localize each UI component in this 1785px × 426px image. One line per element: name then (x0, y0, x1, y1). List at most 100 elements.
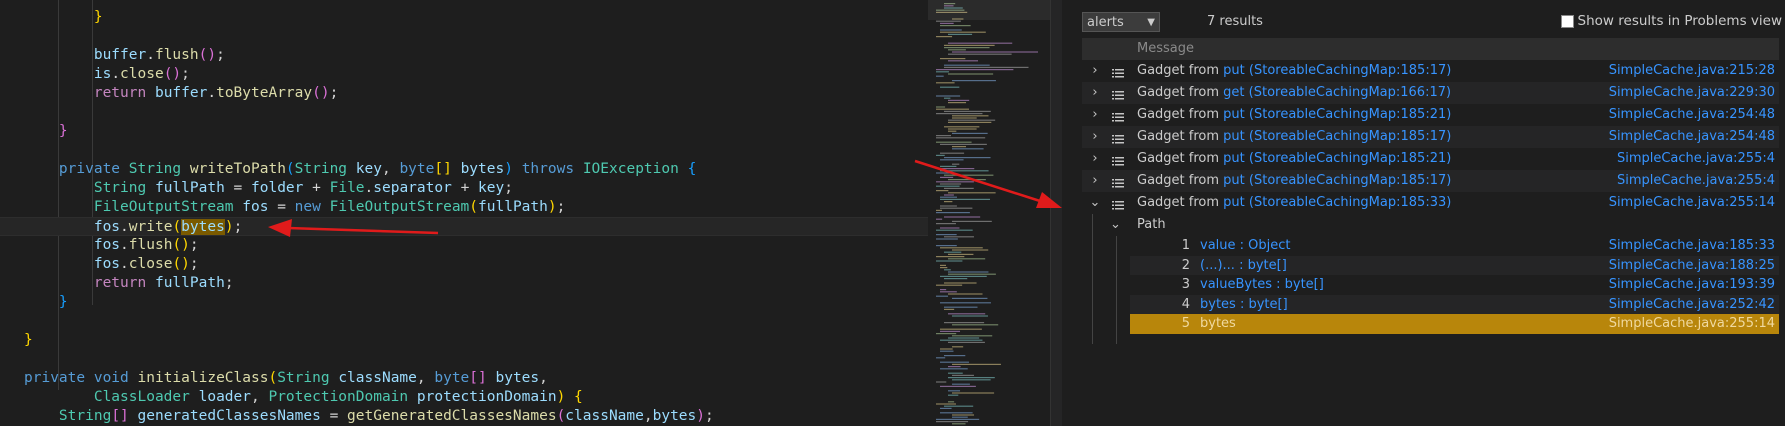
minimap-line (944, 306, 978, 308)
chevron-right-icon[interactable]: › (1088, 148, 1102, 170)
code-line[interactable]: } (0, 293, 928, 312)
code-line[interactable] (0, 27, 928, 46)
minimap-line (952, 324, 999, 326)
code-token: , (381, 161, 400, 177)
result-prefix: Gadget from (1137, 107, 1224, 122)
minimap-viewport[interactable] (928, 0, 1050, 20)
code-token: protectionDomain (416, 389, 557, 405)
minimap-line (944, 216, 981, 218)
result-set-select[interactable]: alerts ▼ (1082, 12, 1160, 32)
panel-splitter[interactable] (1050, 0, 1062, 426)
result-link[interactable]: put (StoreableCachingMap:185:17) (1223, 129, 1451, 144)
code-line[interactable]: FileOutputStream fos = new FileOutputStr… (0, 198, 928, 217)
chevron-right-icon[interactable]: › (1088, 104, 1102, 126)
minimap[interactable] (928, 0, 1050, 426)
result-row[interactable]: › Gadget from put (StoreableCachingMap:18… (1082, 170, 1779, 192)
code-line[interactable]: } (0, 8, 928, 27)
path-step[interactable]: 2 (...)... : byte[] SimpleCache.java:188:2… (1130, 255, 1779, 276)
step-location-link[interactable]: SimpleCache.java:193:39 (1609, 275, 1775, 295)
result-location-link[interactable]: SimpleCache.java:255:14 (1609, 192, 1775, 214)
minimap-line (936, 418, 980, 420)
minimap-preview (928, 0, 1050, 425)
chevron-right-icon[interactable]: › (1088, 82, 1102, 104)
minimap-line (952, 148, 984, 150)
minimap-line (944, 251, 962, 253)
path-step[interactable]: 1 value : Object SimpleCache.java:185:33 (1130, 236, 1779, 256)
code-line[interactable]: fos.close(); (0, 255, 928, 274)
minimap-line (944, 282, 977, 284)
result-link[interactable]: put (StoreableCachingMap:185:21) (1223, 107, 1451, 122)
code-line[interactable]: private String writeToPath(String key, b… (0, 160, 928, 179)
chevron-right-icon[interactable]: › (1088, 170, 1102, 192)
result-row[interactable]: › Gadget from get (StoreableCachingMap:16… (1082, 82, 1779, 104)
code-line[interactable]: } (0, 331, 928, 350)
step-location-link[interactable]: SimpleCache.java:188:25 (1609, 256, 1775, 276)
step-name-link[interactable]: value : Object (1200, 236, 1291, 256)
step-name-link[interactable]: bytes : byte[] (1200, 295, 1288, 315)
path-step[interactable]: 4 bytes : byte[] SimpleCache.java:252:42 (1130, 294, 1779, 315)
result-row[interactable]: › Gadget from put (StoreableCachingMap:18… (1082, 126, 1779, 148)
result-location-link[interactable]: SimpleCache.java:255:4 (1617, 148, 1775, 170)
result-row[interactable]: › Gadget from put (StoreableCachingMap:18… (1082, 104, 1779, 126)
minimap-line (940, 207, 973, 209)
minimap-line (940, 86, 960, 88)
step-location-link[interactable]: SimpleCache.java:255:14 (1609, 314, 1775, 334)
code-line[interactable]: fos.flush(); (0, 236, 928, 255)
result-link[interactable]: put (StoreableCachingMap:185:21) (1223, 151, 1451, 166)
chevron-right-icon[interactable]: › (1088, 126, 1102, 148)
step-location-link[interactable]: SimpleCache.java:252:42 (1609, 295, 1775, 315)
code-line[interactable]: } (0, 122, 928, 141)
result-link[interactable]: get (StoreableCachingMap:166:17) (1223, 85, 1451, 100)
step-name-link[interactable]: bytes (1200, 314, 1236, 334)
code-editor[interactable]: } buffer.flush(); is.close(); return buf… (0, 0, 928, 426)
chevron-down-icon[interactable]: ⌄ (1110, 214, 1121, 236)
code-line[interactable]: return buffer.toByteArray(); (0, 84, 928, 103)
minimap-line (948, 313, 986, 315)
code-line[interactable] (0, 350, 928, 369)
code-token: String (128, 161, 182, 177)
code-line[interactable] (0, 103, 928, 122)
path-step[interactable]: 3 valueBytes : byte[] SimpleCache.java:193… (1130, 275, 1779, 295)
result-location-link[interactable]: SimpleCache.java:255:4 (1617, 170, 1775, 192)
code-line[interactable]: String[] generatedClassesNames = getGene… (0, 407, 928, 426)
result-location-link[interactable]: SimpleCache.java:229:30 (1609, 82, 1775, 104)
step-name-link[interactable]: valueBytes : byte[] (1200, 275, 1324, 295)
result-row[interactable]: › Gadget from put (StoreableCachingMap:18… (1082, 60, 1779, 82)
result-link[interactable]: put (StoreableCachingMap:185:33) (1223, 195, 1451, 210)
result-location-link[interactable]: SimpleCache.java:254:48 (1609, 126, 1775, 148)
result-link[interactable]: put (StoreableCachingMap:185:17) (1223, 63, 1451, 78)
checkbox-box[interactable] (1560, 14, 1574, 28)
result-link[interactable]: put (StoreableCachingMap:185:17) (1223, 173, 1451, 188)
path-node[interactable]: ⌄ Path (1082, 214, 1779, 236)
show-in-problems-checkbox[interactable]: Show results in Problems view (1560, 13, 1782, 29)
result-row[interactable]: › Gadget from put (StoreableCachingMap:18… (1082, 148, 1779, 170)
code-line[interactable]: is.close(); (0, 65, 928, 84)
code-line[interactable]: private void initializeClass(String clas… (0, 369, 928, 388)
step-location-link[interactable]: SimpleCache.java:185:33 (1609, 236, 1775, 256)
result-row[interactable]: ⌄ Gadget from put (StoreableCachingMap:18… (1082, 192, 1779, 214)
code-line[interactable] (0, 141, 928, 160)
result-location-link[interactable]: SimpleCache.java:254:48 (1609, 104, 1775, 126)
minimap-line (944, 157, 991, 159)
code-line[interactable]: ClassLoader loader, ProtectionDomain pro… (0, 388, 928, 407)
chevron-down-icon[interactable]: ⌄ (1088, 192, 1102, 214)
path-step-selected[interactable]: 5 bytes SimpleCache.java:255:14 (1130, 314, 1779, 334)
column-header-message[interactable]: Message (1082, 38, 1779, 60)
result-message: Gadget from put (StoreableCachingMap:185… (1137, 60, 1451, 82)
minimap-line (940, 350, 954, 352)
code-line[interactable] (0, 312, 928, 331)
code-line[interactable]: return fullPath; (0, 274, 928, 293)
code-token: new (294, 199, 321, 215)
code-line[interactable]: buffer.flush(); (0, 46, 928, 65)
step-number: 4 (1181, 296, 1190, 312)
code-line-current[interactable]: fos.write(bytes); (0, 217, 928, 236)
result-location-link[interactable]: SimpleCache.java:215:28 (1609, 60, 1775, 82)
step-name-link[interactable]: (...)... : byte[] (1200, 256, 1287, 276)
code-token: + (303, 180, 330, 196)
code-line[interactable]: String fullPath = folder + File.separato… (0, 179, 928, 198)
chevron-right-icon[interactable]: › (1088, 60, 1102, 82)
